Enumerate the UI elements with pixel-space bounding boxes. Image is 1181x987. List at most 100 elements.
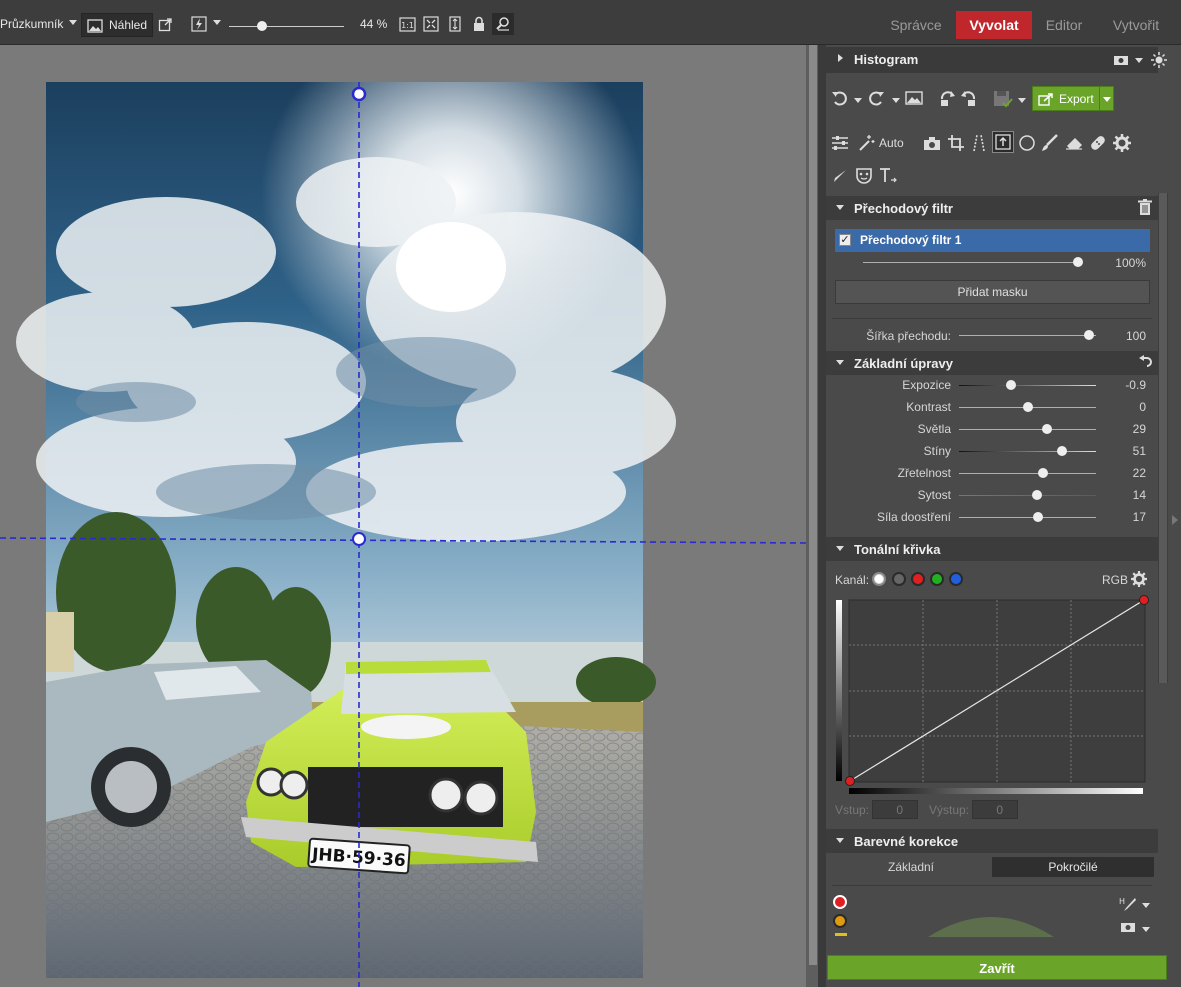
basic-row-slider-track[interactable]: [959, 429, 1096, 430]
transition-width-track[interactable]: [959, 335, 1096, 336]
export-button[interactable]: Export: [1032, 86, 1114, 111]
input-field[interactable]: 0: [872, 800, 918, 819]
gradient-opacity-thumb[interactable]: [1073, 257, 1083, 267]
face-mask-icon[interactable]: [854, 166, 874, 186]
basic-row-slider-thumb[interactable]: [1037, 468, 1048, 478]
close-button[interactable]: Zavřít: [827, 955, 1167, 980]
zoom-slider-track[interactable]: [229, 26, 344, 27]
preview-button[interactable]: Náhled: [81, 13, 153, 37]
input-value: 0: [896, 803, 903, 817]
gradient-opacity-track[interactable]: [863, 262, 1080, 263]
open-external-icon[interactable]: [156, 15, 174, 33]
basic-row-slider-track[interactable]: [959, 495, 1096, 496]
panel-scrollbar[interactable]: [1158, 193, 1168, 683]
add-mask-button[interactable]: Přidat masku: [835, 280, 1150, 304]
curve-section-header[interactable]: Tonální křivka: [826, 537, 1158, 561]
output-field[interactable]: 0: [972, 800, 1018, 819]
radial-filter-icon[interactable]: [1017, 133, 1037, 153]
undo-dropdown-icon[interactable]: [854, 98, 862, 103]
curve-settings-icon[interactable]: [1130, 570, 1148, 588]
basic-row-label: Zřetelnost: [897, 466, 951, 480]
compare-image-icon[interactable]: [904, 89, 924, 107]
channel-luma-dot[interactable]: [892, 572, 906, 586]
gradient-filter-icon[interactable]: [992, 131, 1014, 153]
explorer-button[interactable]: Průzkumník: [0, 13, 63, 35]
basic-row-slider-thumb[interactable]: [1033, 512, 1044, 522]
basic-row-slider-track[interactable]: [959, 385, 1096, 386]
panel-expand-arrow[interactable]: [1172, 515, 1178, 525]
channel-blue-dot[interactable]: [949, 572, 963, 586]
basic-row-value: -0.9: [1125, 378, 1146, 392]
basic-row-slider-thumb[interactable]: [1022, 402, 1033, 412]
gradient-section-header[interactable]: Přechodový filtr: [826, 196, 1158, 220]
save-dropdown-icon[interactable]: [1018, 98, 1026, 103]
color-section-header[interactable]: Barevné korekce: [826, 829, 1158, 853]
basic-row-slider-track[interactable]: [959, 473, 1096, 474]
zoom-slider-thumb[interactable]: [257, 21, 267, 31]
basic-section-header[interactable]: Základní úpravy: [826, 351, 1158, 375]
color-orange-dot[interactable]: [833, 914, 847, 928]
tab-editor[interactable]: Editor: [1036, 11, 1092, 39]
color-tab-advanced[interactable]: Pokročilé: [992, 857, 1154, 877]
loupe-icon[interactable]: [492, 13, 514, 35]
histogram-dropdown-icon[interactable]: [1135, 58, 1143, 63]
camera-view-icon[interactable]: [1112, 53, 1130, 67]
text-tool-icon[interactable]: [878, 166, 898, 186]
export-dropdown-icon[interactable]: [1103, 97, 1111, 102]
basic-row-slider-thumb[interactable]: [1032, 490, 1043, 500]
tab-develop[interactable]: Vyvolat: [956, 11, 1032, 39]
histogram-header[interactable]: Histogram: [826, 47, 1158, 73]
gradient-filter-item[interactable]: ✓ Přechodový filtr 1: [835, 229, 1150, 252]
gradient-filter-checkbox[interactable]: ✓: [839, 234, 851, 246]
input-label: Vstup:: [835, 803, 870, 817]
basic-row-slider-track[interactable]: [959, 451, 1096, 452]
tab-manager[interactable]: Správce: [882, 11, 950, 39]
trash-icon[interactable]: [1136, 198, 1154, 216]
tab-create[interactable]: Vytvořit: [1100, 11, 1172, 39]
settings-gear-icon[interactable]: [1112, 133, 1132, 153]
one-to-one-icon[interactable]: 1:1: [398, 15, 416, 33]
basic-row-slider-thumb[interactable]: [1056, 446, 1067, 456]
tone-curve-graph[interactable]: [834, 595, 1150, 801]
fit-screen-icon[interactable]: [422, 15, 440, 33]
redo-dropdown-icon[interactable]: [892, 98, 900, 103]
color-camera-icon[interactable]: [1118, 919, 1138, 935]
color-picker-icon[interactable]: H: [1118, 895, 1138, 913]
fit-height-icon[interactable]: [446, 15, 464, 33]
lock-icon[interactable]: [470, 15, 488, 33]
basic-row-slider-thumb[interactable]: [1041, 424, 1052, 434]
redo-icon[interactable]: [866, 89, 886, 107]
pen-icon[interactable]: [830, 166, 850, 186]
save-icon[interactable]: [992, 89, 1014, 109]
color-tab-basic[interactable]: Základní: [832, 857, 990, 877]
color-camera-dropdown-icon[interactable]: [1142, 927, 1150, 932]
auto-wand-icon[interactable]: [856, 133, 876, 153]
rotate-icon[interactable]: [938, 89, 978, 107]
transition-width-thumb[interactable]: [1084, 330, 1094, 340]
undo-icon[interactable]: [830, 89, 850, 107]
eraser-icon[interactable]: [1064, 133, 1084, 153]
output-label: Výstup:: [929, 803, 970, 817]
crop-icon[interactable]: [946, 133, 966, 153]
explorer-dropdown-icon[interactable]: [69, 20, 77, 25]
healing-patch-icon[interactable]: [1088, 133, 1108, 153]
channel-red-dot[interactable]: [911, 572, 925, 586]
brush-icon[interactable]: [1040, 133, 1060, 153]
basic-row-slider-thumb[interactable]: [1006, 380, 1017, 390]
reset-icon[interactable]: [1136, 353, 1154, 371]
color-red-dot[interactable]: [833, 895, 847, 909]
auto-label[interactable]: Auto: [879, 136, 904, 150]
tools-row-1: Auto: [826, 129, 1156, 157]
sun-settings-icon[interactable]: [1149, 50, 1169, 70]
color-picker-dropdown-icon[interactable]: [1142, 903, 1150, 908]
flash-icon[interactable]: [190, 15, 208, 33]
camera-icon[interactable]: [922, 133, 942, 153]
channel-green-dot[interactable]: [930, 572, 944, 586]
zoom-value: 44 %: [360, 17, 388, 31]
perspective-icon[interactable]: [969, 133, 989, 153]
basic-row-slider-track[interactable]: [959, 517, 1096, 518]
channel-rgb-dot[interactable]: [872, 572, 886, 586]
photo-canvas[interactable]: JHB·59·36: [0, 45, 806, 987]
adjustments-icon[interactable]: [830, 133, 850, 153]
flash-dropdown-icon[interactable]: [213, 20, 221, 25]
